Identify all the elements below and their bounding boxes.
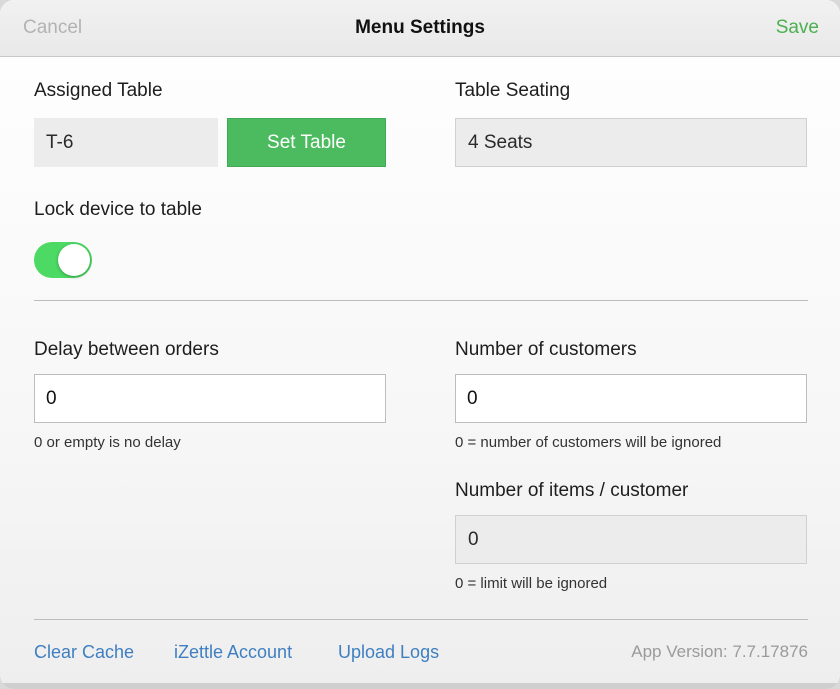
section-divider [34, 300, 808, 301]
lock-device-label: Lock device to table [34, 199, 202, 220]
assigned-table-field: T-6 [34, 118, 218, 167]
set-table-button[interactable]: Set Table [227, 118, 386, 167]
items-per-customer-input[interactable]: 0 [455, 515, 807, 564]
izettle-account-link[interactable]: iZettle Account [174, 642, 292, 663]
table-seating-label: Table Seating [455, 80, 571, 101]
items-per-customer-value: 0 [468, 528, 479, 550]
toggle-knob [58, 244, 90, 276]
app-version-text: App Version: 7.7.17876 [631, 642, 808, 661]
upload-logs-link[interactable]: Upload Logs [338, 642, 439, 663]
items-per-customer-label: Number of items / customer [455, 480, 689, 501]
page-title: Menu Settings [355, 17, 485, 38]
lock-device-toggle[interactable] [34, 242, 92, 278]
bottom-edge [0, 683, 840, 689]
delay-between-orders-input[interactable]: 0 [34, 374, 386, 423]
assigned-table-label: Assigned Table [34, 80, 163, 101]
delay-between-orders-value: 0 [46, 387, 57, 409]
table-seating-value: 4 Seats [468, 131, 533, 153]
footer-divider [34, 619, 808, 620]
save-button[interactable]: Save [776, 17, 819, 39]
customers-hint: 0 = number of customers will be ignored [455, 434, 722, 451]
clear-cache-link[interactable]: Clear Cache [34, 642, 134, 663]
items-hint: 0 = limit will be ignored [455, 575, 608, 592]
delay-between-orders-label: Delay between orders [34, 339, 219, 360]
menu-settings-sheet: Cancel Menu Settings Save Assigned Table… [0, 0, 840, 689]
number-of-customers-value: 0 [467, 387, 478, 409]
assigned-table-value: T-6 [46, 131, 74, 153]
number-of-customers-input[interactable]: 0 [455, 374, 807, 423]
number-of-customers-label: Number of customers [455, 339, 637, 360]
table-seating-select[interactable]: 4 Seats [455, 118, 807, 167]
delay-hint: 0 or empty is no delay [34, 434, 181, 451]
navigation-bar: Cancel Menu Settings Save [0, 0, 840, 57]
